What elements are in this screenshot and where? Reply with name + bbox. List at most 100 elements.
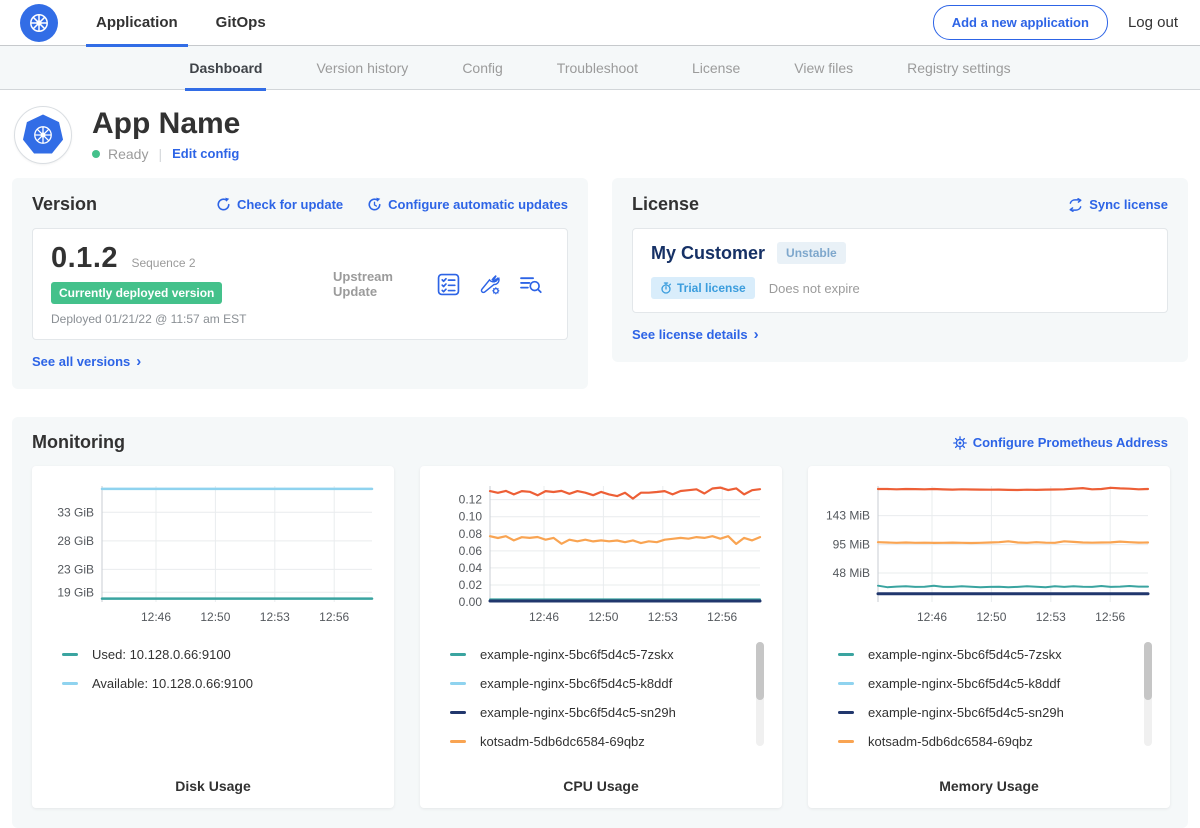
top-nav-tabs: Application GitOps bbox=[84, 0, 292, 46]
logs-search-icon bbox=[519, 274, 543, 295]
subnav-tab-view-files[interactable]: View files bbox=[794, 46, 853, 90]
gear-icon bbox=[953, 436, 967, 450]
app-name-title: App Name bbox=[92, 109, 240, 139]
svg-text:48 MiB: 48 MiB bbox=[833, 566, 870, 580]
license-card: My Customer Unstable Trial license Does … bbox=[632, 228, 1168, 313]
legend-label: example-nginx-5bc6f5d4c5-k8ddf bbox=[868, 676, 1060, 691]
legend-dash-icon bbox=[450, 711, 466, 714]
stopwatch-icon bbox=[660, 282, 672, 294]
monitoring-title: Monitoring bbox=[32, 432, 125, 453]
svg-text:12:46: 12:46 bbox=[141, 610, 171, 624]
view-deploy-logs-button[interactable] bbox=[519, 273, 543, 296]
svg-text:12:56: 12:56 bbox=[707, 610, 737, 624]
svg-text:19 GiB: 19 GiB bbox=[57, 585, 94, 599]
legend-item: example-nginx-5bc6f5d4c5-7zskx bbox=[450, 640, 766, 669]
refresh-icon bbox=[216, 197, 231, 212]
status-dot-icon bbox=[92, 150, 100, 158]
svg-text:12:53: 12:53 bbox=[1036, 610, 1066, 624]
add-application-button[interactable]: Add a new application bbox=[933, 5, 1108, 40]
sync-arrows-icon bbox=[1068, 198, 1083, 212]
see-license-details-link[interactable]: See license details › bbox=[632, 327, 759, 342]
subnav-tab-troubleshoot[interactable]: Troubleshoot bbox=[557, 46, 638, 90]
preflight-checks-button[interactable] bbox=[437, 273, 460, 296]
nav-tab-application[interactable]: Application bbox=[84, 0, 190, 46]
subnav-tab-registry-settings[interactable]: Registry settings bbox=[907, 46, 1010, 90]
svg-text:28 GiB: 28 GiB bbox=[57, 534, 94, 548]
subnav-tab-license[interactable]: License bbox=[692, 46, 740, 90]
svg-text:12:50: 12:50 bbox=[976, 610, 1006, 624]
chart-title: Disk Usage bbox=[48, 768, 378, 794]
app-kubernetes-icon bbox=[20, 112, 66, 158]
app-header: App Name Ready | Edit config bbox=[0, 90, 1200, 178]
cpu-usage-plot: 12:4612:5012:5312:560.120.100.080.060.04… bbox=[436, 478, 766, 628]
chart-title: Memory Usage bbox=[824, 768, 1154, 794]
legend-scrollbar-thumb[interactable] bbox=[1144, 642, 1152, 700]
configure-automatic-updates-link[interactable]: Configure automatic updates bbox=[367, 197, 568, 212]
kubernetes-logo-icon[interactable] bbox=[20, 4, 58, 42]
deployed-badge: Currently deployed version bbox=[51, 282, 222, 304]
channel-badge: Unstable bbox=[777, 242, 846, 264]
legend-item: kotsadm-5db6dc6584-69qbz bbox=[838, 727, 1154, 756]
license-expiration: Does not expire bbox=[769, 281, 860, 296]
configure-prometheus-link[interactable]: Configure Prometheus Address bbox=[953, 435, 1168, 450]
legend-item: example-nginx-5bc6f5d4c5-7zskx bbox=[838, 640, 1154, 669]
legend-label: Used: 10.128.0.66:9100 bbox=[92, 647, 231, 662]
svg-text:0.00: 0.00 bbox=[459, 595, 483, 609]
legend-scrollbar-thumb[interactable] bbox=[756, 642, 764, 700]
legend-label: example-nginx-5bc6f5d4c5-sn29h bbox=[868, 705, 1064, 720]
nav-tab-gitops[interactable]: GitOps bbox=[204, 0, 278, 46]
memory-usage-legend: example-nginx-5bc6f5d4c5-7zskx example-ng… bbox=[824, 640, 1154, 756]
legend-item: example-nginx-5bc6f5d4c5-sn29h bbox=[838, 698, 1154, 727]
top-nav: ApplicationGitOps Add a new application … bbox=[0, 0, 1200, 46]
legend-dash-icon bbox=[838, 682, 854, 685]
app-icon bbox=[14, 106, 72, 164]
legend-label: example-nginx-5bc6f5d4c5-7zskx bbox=[868, 647, 1062, 662]
legend-label: kotsadm-5db6dc6584-69qbz bbox=[868, 734, 1033, 749]
svg-text:0.12: 0.12 bbox=[459, 493, 483, 507]
svg-text:23 GiB: 23 GiB bbox=[57, 562, 94, 576]
monitoring-panel: Monitoring Configure Prometheus Address … bbox=[12, 417, 1188, 828]
svg-text:0.10: 0.10 bbox=[459, 510, 483, 524]
legend-label: example-nginx-5bc6f5d4c5-7zskx bbox=[480, 647, 674, 662]
license-panel: License Sync license My Customer Unstabl… bbox=[612, 178, 1188, 362]
license-panel-title: License bbox=[632, 194, 699, 215]
edit-config-version-button[interactable] bbox=[478, 273, 501, 296]
version-panel: Version Check for update Configure autom… bbox=[12, 178, 588, 389]
logout-button[interactable]: Log out bbox=[1128, 14, 1180, 31]
svg-text:0.04: 0.04 bbox=[459, 561, 483, 575]
customer-name: My Customer bbox=[651, 243, 765, 264]
disk-usage-legend: Used: 10.128.0.66:9100 Available: 10.128.… bbox=[48, 640, 378, 698]
version-source-label: Upstream Update bbox=[301, 269, 437, 299]
memory-usage-plot: 12:4612:5012:5312:56143 MiB95 MiB48 MiB bbox=[824, 478, 1154, 628]
license-type-badge: Trial license bbox=[651, 277, 755, 299]
divider: | bbox=[156, 146, 164, 162]
svg-text:12:46: 12:46 bbox=[917, 610, 947, 624]
legend-dash-icon bbox=[838, 653, 854, 656]
legend-dash-icon bbox=[62, 682, 78, 685]
memory-usage-chart-card: 12:4612:5012:5312:56143 MiB95 MiB48 MiB … bbox=[808, 466, 1170, 808]
see-all-versions-link[interactable]: See all versions › bbox=[32, 354, 141, 369]
legend-scrollbar[interactable] bbox=[1144, 642, 1152, 746]
legend-dash-icon bbox=[62, 653, 78, 656]
legend-dash-icon bbox=[838, 740, 854, 743]
svg-text:12:46: 12:46 bbox=[529, 610, 559, 624]
current-version-card: 0.1.2 Sequence 2 Currently deployed vers… bbox=[32, 228, 568, 340]
version-sequence: Sequence 2 bbox=[131, 256, 195, 270]
sync-license-link[interactable]: Sync license bbox=[1068, 197, 1168, 212]
disk-usage-chart-card: 12:4612:5012:5312:5633 GiB28 GiB23 GiB19… bbox=[32, 466, 394, 808]
chevron-right-icon: › bbox=[754, 329, 759, 341]
edit-config-link[interactable]: Edit config bbox=[172, 146, 239, 161]
check-for-update-link[interactable]: Check for update bbox=[216, 197, 343, 212]
legend-item: example-nginx-5bc6f5d4c5-k8ddf bbox=[450, 669, 766, 698]
checklist-icon bbox=[437, 273, 460, 296]
subnav-tab-config[interactable]: Config bbox=[462, 46, 502, 90]
subnav-tab-dashboard[interactable]: Dashboard bbox=[189, 46, 262, 90]
version-number: 0.1.2 bbox=[51, 242, 118, 274]
legend-scrollbar[interactable] bbox=[756, 642, 764, 746]
svg-text:0.06: 0.06 bbox=[459, 544, 483, 558]
subnav-tab-version-history[interactable]: Version history bbox=[316, 46, 408, 90]
legend-label: Available: 10.128.0.66:9100 bbox=[92, 676, 253, 691]
deployed-timestamp: Deployed 01/21/22 @ 11:57 am EST bbox=[51, 312, 301, 326]
app-sub-nav: Dashboard Version history Config Troublesho… bbox=[0, 46, 1200, 90]
svg-text:12:53: 12:53 bbox=[648, 610, 678, 624]
